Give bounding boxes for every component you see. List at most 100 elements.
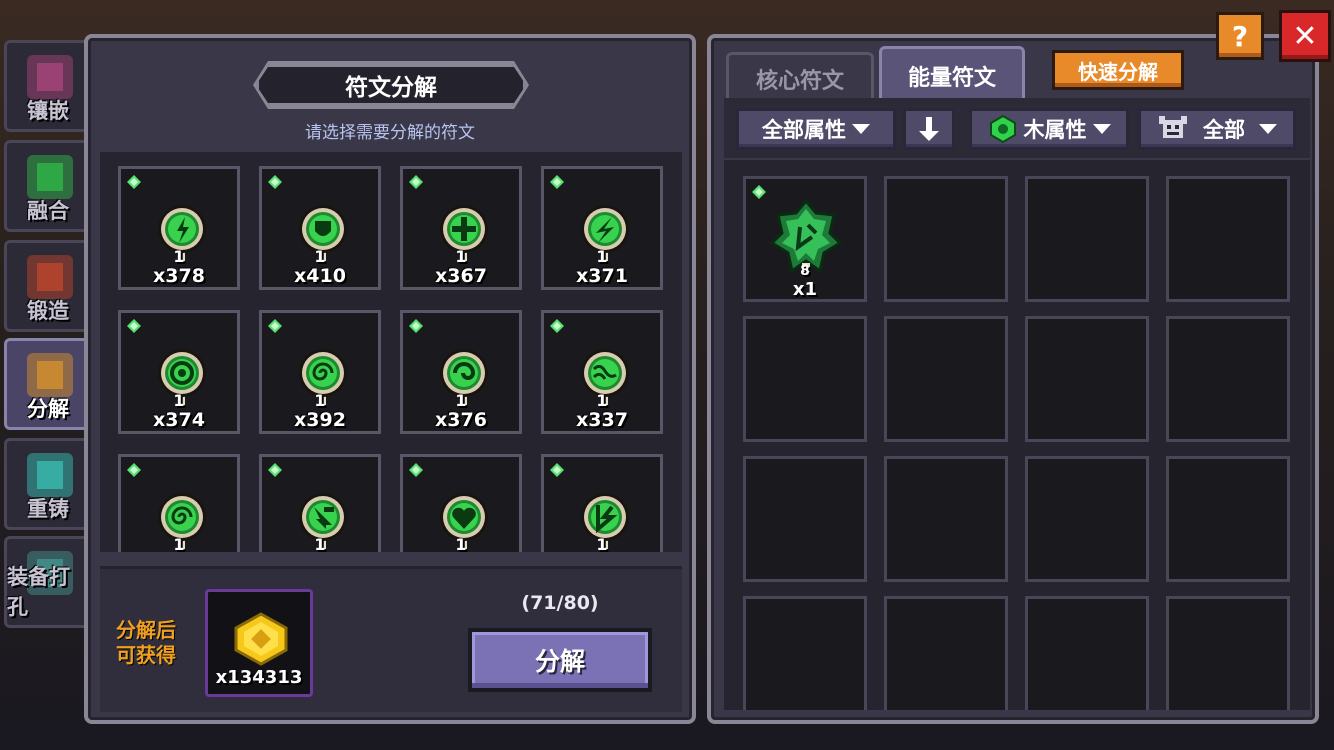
rune-slot[interactable]: 1 x378 bbox=[118, 166, 240, 290]
rune-coin-icon bbox=[234, 612, 288, 666]
chevron-down-icon bbox=[1092, 124, 1111, 134]
rune-slot[interactable]: 1 x376 bbox=[400, 310, 522, 434]
inventory-slot-filled[interactable]: 8 x1 bbox=[743, 176, 867, 302]
inventory-slot-empty[interactable] bbox=[884, 176, 1008, 302]
chevron-down-icon bbox=[1259, 124, 1277, 134]
wood-gem-icon bbox=[268, 319, 282, 333]
inventory-slot-empty[interactable] bbox=[743, 316, 867, 442]
inventory-slot-empty[interactable] bbox=[884, 596, 1008, 710]
rune-count: x376 bbox=[435, 409, 487, 431]
side-tab-label: 镶嵌 bbox=[27, 99, 69, 123]
wood-element-icon bbox=[989, 114, 1016, 144]
side-tab-label: 融合 bbox=[27, 199, 69, 223]
wood-gem-icon bbox=[268, 463, 282, 477]
chevron-down-icon bbox=[852, 124, 870, 134]
inventory-slot-empty[interactable] bbox=[743, 456, 867, 582]
inventory-slot-empty[interactable] bbox=[1166, 456, 1290, 582]
side-tab-5[interactable]: 装备打孔 bbox=[4, 536, 92, 628]
type-filter-label: 全部 bbox=[1203, 118, 1245, 142]
tab-core-runes[interactable]: 核心符文 bbox=[726, 52, 874, 102]
rune-slot[interactable]: 1 x410 bbox=[259, 166, 381, 290]
rune-level: 1 bbox=[596, 247, 608, 266]
inventory-slot-empty[interactable] bbox=[743, 596, 867, 710]
inventory-slot-empty[interactable] bbox=[884, 316, 1008, 442]
rune-level: 1 bbox=[173, 247, 185, 266]
rune-slot[interactable]: 1 bbox=[259, 454, 381, 552]
rune-grid[interactable]: 1 x378 1 x410 1 x367 1 x371 1 x374 1 x39… bbox=[100, 152, 682, 552]
reward-label: 分解后可获得 bbox=[116, 618, 176, 667]
wood-gem-icon bbox=[409, 463, 423, 477]
rune-count: x378 bbox=[153, 265, 205, 287]
wood-gem-icon bbox=[409, 319, 423, 333]
rune-slot[interactable]: 1 bbox=[541, 454, 663, 552]
inventory-slot-empty[interactable] bbox=[1025, 316, 1149, 442]
rune-inventory-grid: 8 x1 bbox=[724, 160, 1310, 710]
rune-count: x367 bbox=[435, 265, 487, 287]
rune-level: 1 bbox=[314, 247, 326, 266]
reward-slot: x134313 bbox=[205, 589, 313, 697]
close-button[interactable]: ✕ bbox=[1279, 10, 1331, 62]
wood-gem-icon bbox=[752, 185, 766, 199]
rune-level: 1 bbox=[314, 391, 326, 410]
side-tab-label: 重铸 bbox=[27, 497, 69, 521]
attribute-filter-label: 全部属性 bbox=[762, 118, 846, 142]
decompose-button[interactable]: 分解 bbox=[468, 628, 652, 692]
rune-slot[interactable]: 1 x367 bbox=[400, 166, 522, 290]
tab-energy-runes[interactable]: 能量符文 bbox=[879, 46, 1025, 102]
element-filter-label: 木属性 bbox=[1023, 118, 1087, 142]
wood-gem-icon bbox=[550, 175, 564, 189]
rune-count: x374 bbox=[153, 409, 205, 431]
side-tab-0[interactable]: 镶嵌 bbox=[4, 40, 92, 132]
rune-level: 8 bbox=[800, 263, 810, 279]
reward-amount: x134313 bbox=[215, 667, 303, 688]
quick-decompose-button[interactable]: 快速分解 bbox=[1052, 50, 1184, 90]
rune-level: 1 bbox=[314, 535, 326, 552]
arrow-down-icon bbox=[919, 117, 939, 141]
monster-icon bbox=[1159, 116, 1187, 138]
rune-count: x337 bbox=[576, 409, 628, 431]
side-tab-label: 锻造 bbox=[27, 299, 69, 323]
wood-gem-icon bbox=[268, 175, 282, 189]
side-tab-2[interactable]: 锻造 bbox=[4, 240, 92, 332]
wood-gem-icon bbox=[127, 463, 141, 477]
side-tab-label: 分解 bbox=[27, 397, 69, 421]
inventory-slot-empty[interactable] bbox=[1166, 176, 1290, 302]
rune-level: 1 bbox=[455, 535, 467, 552]
side-tab-1[interactable]: 融合 bbox=[4, 140, 92, 232]
side-tab-3[interactable]: 分解 bbox=[4, 338, 92, 430]
wood-gem-icon bbox=[127, 319, 141, 333]
rune-level: 1 bbox=[455, 247, 467, 266]
element-filter[interactable]: 木属性 bbox=[969, 108, 1129, 150]
rune-level: 1 bbox=[596, 391, 608, 410]
rune-slot[interactable]: 1 bbox=[400, 454, 522, 552]
rune-level: 1 bbox=[596, 535, 608, 552]
side-tab-4[interactable]: 重铸 bbox=[4, 438, 92, 530]
inventory-slot-empty[interactable] bbox=[1025, 596, 1149, 710]
capacity-counter: (71/80) bbox=[521, 592, 599, 614]
rune-count: x410 bbox=[294, 265, 346, 287]
inventory-slot-empty[interactable] bbox=[1025, 176, 1149, 302]
sort-button[interactable] bbox=[903, 108, 955, 150]
wood-gem-icon bbox=[550, 463, 564, 477]
wood-gem-icon bbox=[127, 175, 141, 189]
inventory-slot-empty[interactable] bbox=[884, 456, 1008, 582]
help-button[interactable]: ? bbox=[1216, 12, 1264, 60]
rune-level: 1 bbox=[173, 391, 185, 410]
panel-subtitle: 请选择需要分解的符文 bbox=[305, 123, 475, 143]
type-filter[interactable]: 全部 bbox=[1138, 108, 1296, 150]
rune-slot[interactable]: 1 x337 bbox=[541, 310, 663, 434]
rune-slot[interactable]: 1 x374 bbox=[118, 310, 240, 434]
inventory-slot-empty[interactable] bbox=[1025, 456, 1149, 582]
inventory-slot-empty[interactable] bbox=[1166, 596, 1290, 710]
wood-gem-icon bbox=[409, 175, 423, 189]
rune-slot[interactable]: 1 x371 bbox=[541, 166, 663, 290]
rune-level: 1 bbox=[455, 391, 467, 410]
rune-slot[interactable]: 1 x392 bbox=[259, 310, 381, 434]
inventory-slot-empty[interactable] bbox=[1166, 316, 1290, 442]
rune-count: x371 bbox=[576, 265, 628, 287]
attribute-filter[interactable]: 全部属性 bbox=[736, 108, 896, 150]
side-tab-label: 装备打孔 bbox=[7, 565, 70, 619]
wood-gem-icon bbox=[550, 319, 564, 333]
rune-slot[interactable]: 1 bbox=[118, 454, 240, 552]
rune-level: 1 bbox=[173, 535, 185, 552]
